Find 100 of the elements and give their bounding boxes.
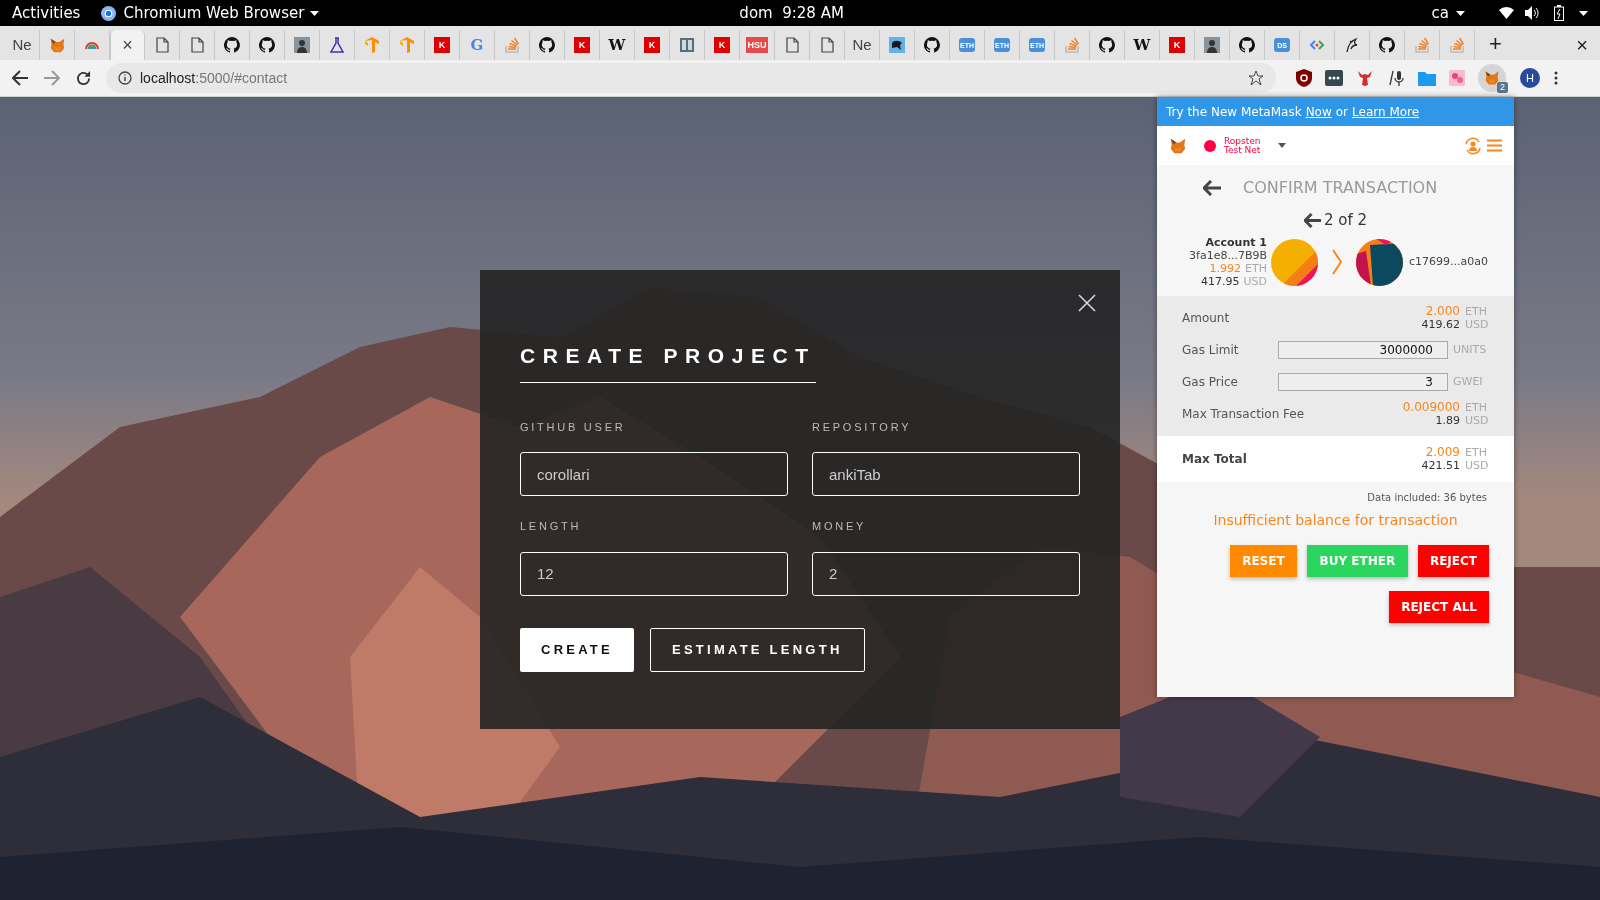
forward-icon[interactable]	[44, 70, 60, 86]
letter-icon: G	[470, 37, 484, 53]
tensorflow-icon	[399, 37, 415, 53]
url-text: localhost:5000/#contact	[140, 68, 288, 88]
action-button[interactable]: REJECT	[1417, 545, 1489, 577]
recipient-address: c17699...a0a0	[1409, 253, 1488, 270]
stack-icon	[505, 37, 519, 53]
unit-label: USD	[1465, 459, 1489, 472]
data-note: Data included: 36 bytes	[1367, 491, 1487, 505]
microphone-icon[interactable]	[1387, 69, 1405, 87]
eth-amount: 0.009000	[1402, 401, 1460, 414]
page-icon	[155, 37, 169, 53]
caret-icon	[1579, 10, 1588, 16]
modal-button[interactable]: CREATE	[520, 627, 634, 672]
page-icon	[190, 37, 204, 53]
back-arrow-icon[interactable]	[1203, 180, 1221, 196]
caret-icon[interactable]	[1278, 143, 1286, 148]
letter-icon: K	[714, 37, 730, 53]
app-menu[interactable]: Chromium Web Browser	[123, 1, 305, 25]
gas-input[interactable]: 3000000	[1278, 341, 1448, 359]
tab-title: Ne	[852, 34, 872, 55]
input-field[interactable]: ankiTab	[812, 452, 1080, 496]
detail-label: Gas Limit	[1182, 342, 1239, 359]
unit-label: GWEI	[1453, 373, 1484, 390]
volume-icon[interactable]	[1525, 6, 1541, 20]
close-icon[interactable]: ×	[122, 36, 133, 54]
info-icon	[118, 71, 132, 85]
caret-icon	[310, 10, 320, 16]
ellipsis-box-icon[interactable]	[1325, 70, 1343, 86]
metamask-extension-button[interactable]: 2	[1478, 64, 1506, 92]
book-icon	[679, 37, 695, 53]
shield-icon[interactable]	[1296, 69, 1312, 87]
field-label: LENGTH	[520, 519, 583, 534]
profile-avatar[interactable]: H	[1520, 68, 1540, 88]
chevron-right-icon	[1331, 249, 1343, 275]
unit-label: ETH	[1465, 305, 1488, 318]
page-icon	[820, 37, 834, 53]
letter-icon: K	[644, 37, 660, 53]
tensorflow-icon	[364, 37, 380, 53]
detail-label: Gas Price	[1182, 374, 1238, 391]
letter-icon: W	[1133, 37, 1151, 53]
tab-title: Ne	[12, 34, 32, 55]
fox-icon	[48, 36, 66, 54]
wifi-icon[interactable]	[1499, 7, 1514, 19]
total-label: Max Total	[1182, 451, 1247, 468]
back-icon[interactable]	[12, 70, 28, 86]
page-icon	[785, 37, 799, 53]
gas-input[interactable]: 3	[1278, 373, 1448, 391]
battery-icon[interactable]	[1554, 5, 1564, 21]
eth-amount: 2.000	[1425, 305, 1460, 318]
detail-label: Max Transaction Fee	[1182, 406, 1305, 423]
browser-tab[interactable]: ×	[110, 30, 145, 60]
folder-icon[interactable]	[1418, 70, 1436, 86]
modal-button[interactable]: ESTIMATE LENGTH	[650, 627, 865, 672]
action-button[interactable]: REJECT ALL	[1389, 591, 1489, 623]
unit-label: UNITS	[1453, 341, 1488, 358]
unit-label: USD	[1465, 414, 1489, 427]
unit-label: USD	[1465, 318, 1489, 331]
popup-title: CONFIRM TRANSACTION	[1243, 177, 1438, 199]
eth-balance: 1.992	[1209, 262, 1242, 275]
github-icon	[259, 37, 275, 53]
field-label: MONEY	[812, 519, 868, 534]
close-window-button[interactable]: ×	[1576, 35, 1588, 55]
network-name[interactable]: Ropsten Test Net	[1224, 136, 1272, 155]
field-label: GITHUB USER	[520, 419, 627, 435]
notification-badge: 2	[1497, 82, 1508, 93]
account-name: Account 1	[1205, 236, 1267, 249]
unit-label: ETH	[1465, 446, 1488, 459]
letter-icon: W	[608, 37, 626, 53]
field-label: REPOSITORY	[812, 419, 913, 435]
input-field[interactable]: 12	[520, 551, 788, 596]
github-icon	[539, 37, 555, 53]
back-arrow-icon[interactable]	[1303, 212, 1321, 228]
usd-amount: 421.51	[1421, 459, 1460, 472]
unit-label: USD	[1243, 275, 1267, 288]
fox-icon	[1169, 136, 1187, 155]
input-field[interactable]: corollari	[520, 452, 788, 496]
github-icon	[1099, 37, 1115, 53]
clock[interactable]: dom 9:28 AM	[739, 1, 844, 25]
input-field[interactable]: 2	[812, 551, 1080, 596]
stack-icon	[1065, 37, 1079, 53]
usd-balance: 417.95	[1201, 275, 1240, 288]
input-method[interactable]: ca	[1431, 1, 1449, 25]
github-icon	[924, 37, 940, 53]
close-icon[interactable]	[1078, 294, 1096, 312]
more-menu-icon[interactable]	[1554, 71, 1558, 85]
stack-icon	[1450, 37, 1464, 53]
unit-label: ETH	[1465, 401, 1488, 414]
usd-amount: 419.62	[1421, 318, 1460, 331]
letter-icon: K	[1169, 37, 1185, 53]
address-bar[interactable]: localhost:5000/#contact	[106, 63, 1276, 93]
banner-text: Try the New MetaMask	[1166, 103, 1302, 121]
reload-icon[interactable]	[76, 70, 91, 86]
account-avatar-icon	[1271, 238, 1318, 286]
bird-icon	[889, 37, 905, 53]
new-tab-button[interactable]: +	[1489, 33, 1502, 55]
usd-amount: 1.89	[1435, 414, 1460, 427]
activities-button[interactable]: Activities	[12, 1, 81, 25]
star-icon[interactable]	[1248, 70, 1264, 86]
switch-account-icon[interactable]	[1463, 135, 1483, 156]
